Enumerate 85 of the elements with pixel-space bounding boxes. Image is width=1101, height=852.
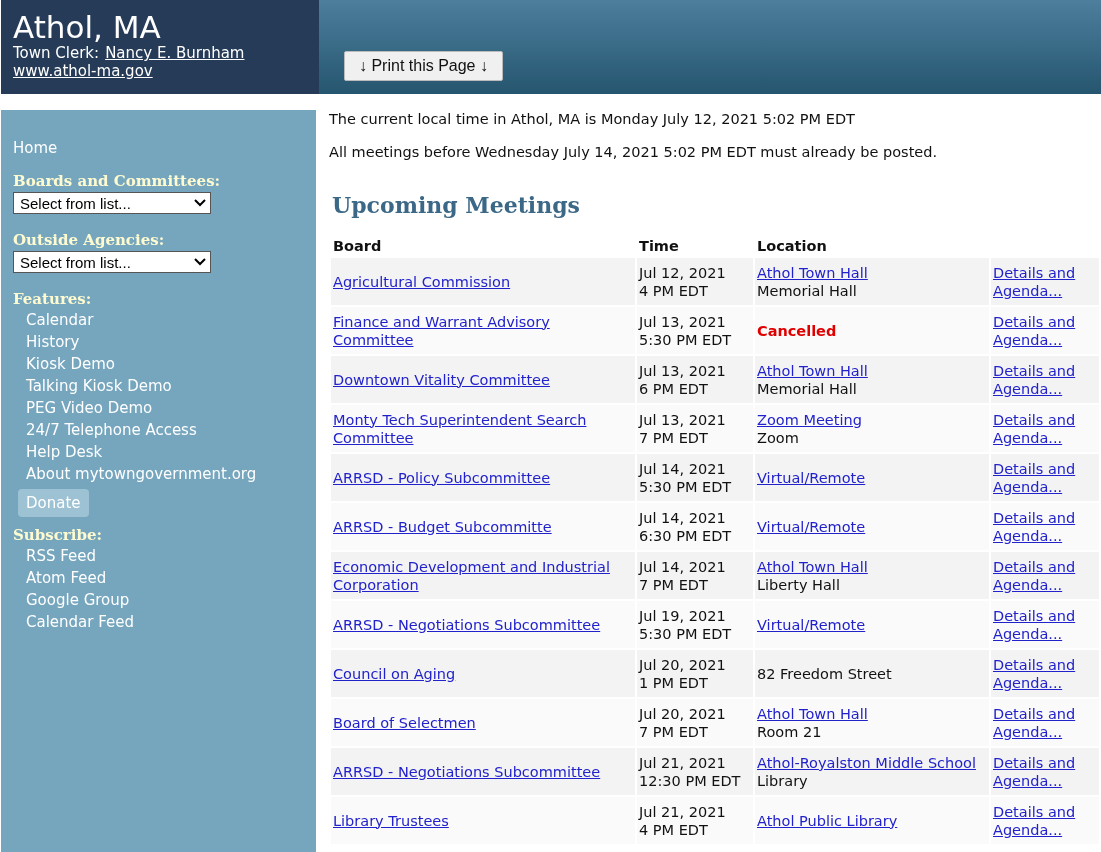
meeting-date: Jul 19, 2021 [639,606,727,625]
meeting-date: Jul 13, 2021 [639,410,727,429]
meeting-date: Jul 14, 2021 [639,459,727,478]
meeting-time: 6:30 PM EDT [639,526,733,545]
details-link[interactable]: Details and Agenda... [993,361,1097,398]
location-link[interactable]: Zoom Meeting [757,410,862,429]
meeting-time: 6 PM EDT [639,379,709,398]
details-link[interactable]: Details and Agenda... [993,263,1097,300]
details-link[interactable]: Details and Agenda... [993,557,1097,594]
meeting-date: Jul 20, 2021 [639,655,727,674]
meeting-date: Jul 14, 2021 [639,557,727,576]
meeting-time: 7 PM EDT [639,428,709,447]
board-link[interactable]: Library Trustees [333,811,449,830]
location-link[interactable]: Athol-Royalston Middle School [757,753,976,772]
meeting-time: 12:30 PM EDT [639,771,742,790]
meeting-date: Jul 21, 2021 [639,753,727,772]
meeting-time: 5:30 PM EDT [639,624,733,643]
location-text: Memorial Hall [757,281,858,300]
chevron-down-icon [194,199,206,207]
meeting-time: 1 PM EDT [639,673,709,692]
board-link[interactable]: ARRSD - Negotiations Subcommittee [333,615,601,634]
board-link[interactable]: Economic Development and Industrial Corporation [333,557,633,594]
meeting-date: Jul 21, 2021 [639,802,727,821]
print-button[interactable]: ↓ Print this Page ↓ [344,51,503,81]
site-title: Athol, MA [13,10,162,44]
details-link[interactable]: Details and Agenda... [993,606,1097,643]
details-link[interactable]: Details and Agenda... [993,312,1097,349]
meeting-date: Jul 20, 2021 [639,704,727,723]
column-header: Location [756,237,828,256]
details-link[interactable]: Details and Agenda... [993,753,1097,790]
boards-select[interactable]: Select from list... [13,192,211,214]
details-link[interactable]: Details and Agenda... [993,802,1097,839]
section-label: Boards and Committees: [13,171,222,191]
meeting-time: 4 PM EDT [639,820,709,839]
board-link[interactable]: Monty Tech Superintendent Search Committee [333,410,633,447]
section-label: Outside Agencies: [13,230,166,250]
location-link[interactable]: Athol Town Hall [757,263,868,282]
notice-text: The current local time in Athol, MA is Monday July 12, 2021 5:02 PM EDT [329,110,856,129]
board-link[interactable]: ARRSD - Budget Subcommitte [333,517,552,536]
location-link[interactable]: Athol Town Hall [757,704,868,723]
board-link[interactable]: Council on Aging [333,664,456,683]
location-link[interactable]: Virtual/Remote [757,615,866,634]
agencies-select[interactable]: Select from list... [13,251,211,273]
details-link[interactable]: Details and Agenda... [993,459,1097,496]
location-link[interactable]: Virtual/Remote [757,517,866,536]
location-link[interactable]: Athol Town Hall [757,557,868,576]
board-link[interactable]: ARRSD - Negotiations Subcommittee [333,762,601,781]
location-link[interactable]: Athol Town Hall [757,361,868,380]
details-link[interactable]: Details and Agenda... [993,704,1097,741]
meeting-date: Jul 13, 2021 [639,361,727,380]
meeting-date: Jul 14, 2021 [639,508,727,527]
board-link[interactable]: Downtown Vitality Committee [333,370,550,389]
details-link[interactable]: Details and Agenda... [993,410,1097,447]
board-link[interactable]: ARRSD - Policy Subcommittee [333,468,551,487]
board-link[interactable]: Agricultural Commission [333,272,511,291]
location-text: Library [757,771,809,790]
details-link[interactable]: Details and Agenda... [993,508,1097,545]
board-link[interactable]: Finance and Warrant Advisory Committee [333,312,633,349]
location-link[interactable]: Virtual/Remote [757,468,866,487]
clerk-label: Town Clerk: [13,44,100,62]
notice-text: All meetings before Wednesday July 14, 2021 5:02 PM EDT must already be posted. [329,143,939,162]
location-text: Zoom [757,428,800,447]
chevron-down-icon [194,258,206,266]
meeting-time: 4 PM EDT [639,281,709,300]
location-text: Room 21 [757,722,823,741]
location-text: 82 Freedom Street [757,664,893,683]
clerk-name-link[interactable]: Nancy E. Burnham [105,44,245,62]
meeting-date: Jul 12, 2021 [639,263,727,282]
column-header: Time [638,237,680,256]
section-heading: Upcoming Meetings [332,192,581,218]
cancelled-status: Cancelled [757,321,838,340]
meeting-time: 5:30 PM EDT [639,330,733,349]
location-link[interactable]: Athol Public Library [757,811,898,830]
website-link[interactable]: www.athol-ma.gov [13,62,153,80]
section-label: Features: [13,289,93,309]
location-text: Memorial Hall [757,379,858,398]
details-link[interactable]: Details and Agenda... [993,655,1097,692]
board-link[interactable]: Board of Selectmen [333,713,476,732]
meeting-date: Jul 13, 2021 [639,312,727,331]
meeting-time: 5:30 PM EDT [639,477,733,496]
location-text: Liberty Hall [757,575,841,594]
section-label: Subscribe: [13,525,103,545]
meeting-time: 7 PM EDT [639,575,709,594]
column-header: Board [332,237,383,256]
meeting-time: 7 PM EDT [639,722,709,741]
